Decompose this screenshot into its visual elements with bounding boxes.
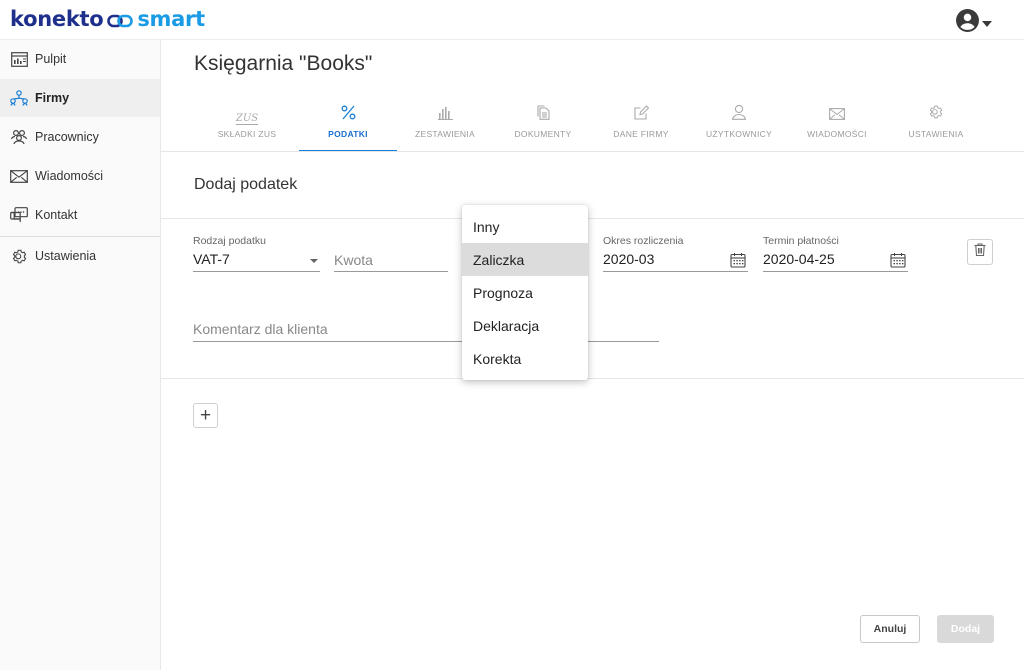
calendar-icon[interactable] bbox=[730, 252, 746, 273]
tab-zestawienia[interactable]: ZESTAWIENIA bbox=[396, 95, 494, 152]
section-title: Dodaj podatek bbox=[194, 176, 298, 193]
sidebar-item-label: Pracownicy bbox=[35, 130, 99, 144]
caret-down-icon bbox=[310, 259, 318, 263]
tab-skladki-zus[interactable]: ZUS SKŁADKI ZUS bbox=[198, 95, 296, 152]
companies-icon bbox=[10, 89, 28, 107]
tab-label: DANE FIRMY bbox=[613, 129, 669, 139]
tab-dane-firmy[interactable]: DANE FIRMY bbox=[592, 95, 690, 152]
bar-chart-icon bbox=[437, 106, 453, 125]
sidebar-item-label: Wiadomości bbox=[35, 169, 104, 183]
tab-label: SKŁADKI ZUS bbox=[217, 129, 277, 139]
plus-icon: + bbox=[199, 405, 212, 426]
due-date-label: Termin płatności bbox=[763, 235, 839, 247]
dropdown-option-prognoza[interactable]: Prognoza bbox=[462, 276, 588, 309]
sidebar-item-kontakt[interactable]: Kontakt bbox=[0, 196, 160, 234]
tab-label: USTAWIENIA bbox=[908, 129, 964, 139]
dropdown-option-korekta[interactable]: Korekta bbox=[462, 342, 588, 375]
edit-icon bbox=[633, 105, 649, 125]
trash-icon bbox=[974, 243, 986, 261]
sidebar-item-pracownicy[interactable]: Pracownicy bbox=[0, 118, 160, 156]
logo-smart: smart bbox=[137, 7, 205, 31]
tab-label: DOKUMENTY bbox=[514, 129, 572, 139]
link-icon bbox=[107, 9, 134, 33]
sidebar-item-label: Ustawienia bbox=[35, 249, 97, 263]
logo[interactable]: konekto smart bbox=[10, 7, 205, 33]
sidebar-item-label: Kontakt bbox=[35, 208, 78, 222]
tab-uzytkownicy[interactable]: UŻYTKOWNICY bbox=[690, 95, 788, 152]
period-field[interactable]: Okres rozliczenia 2020-03 bbox=[603, 235, 748, 273]
sidebar-item-firmy[interactable]: Firmy bbox=[0, 79, 160, 117]
tax-type-dropdown: Inny Zaliczka Prognoza Deklaracja Korekt… bbox=[462, 205, 588, 380]
page-title: Księgarnia "Books" bbox=[194, 52, 373, 75]
section-divider bbox=[161, 378, 1024, 379]
contact-icon bbox=[10, 206, 28, 224]
period-value: 2020-03 bbox=[603, 251, 655, 267]
dashboard-icon bbox=[10, 50, 28, 68]
zus-icon: ZUS bbox=[235, 113, 259, 125]
submit-button[interactable]: Dodaj bbox=[937, 615, 994, 643]
tab-ustawienia[interactable]: USTAWIENIA bbox=[887, 95, 985, 152]
tab-label: ZESTAWIENIA bbox=[415, 129, 475, 139]
sidebar-item-label: Firmy bbox=[35, 91, 70, 105]
user-icon bbox=[731, 104, 747, 125]
employees-icon bbox=[10, 128, 28, 146]
comment-input[interactable]: Komentarz dla klienta bbox=[193, 305, 659, 343]
envelope-icon bbox=[829, 107, 845, 125]
sidebar-item-ustawienia[interactable]: Ustawienia bbox=[0, 237, 160, 275]
tab-label: WIADOMOŚCI bbox=[807, 129, 867, 139]
sidebar-item-wiadomosci[interactable]: Wiadomości bbox=[0, 157, 160, 195]
period-label: Okres rozliczenia bbox=[603, 235, 684, 247]
sidebar-item-label: Pulpit bbox=[35, 52, 67, 66]
amount-placeholder: Kwota bbox=[334, 252, 373, 268]
documents-icon bbox=[536, 105, 550, 125]
due-date-field[interactable]: Termin płatności 2020-04-25 bbox=[763, 235, 908, 273]
gear-icon bbox=[928, 104, 944, 125]
tab-wiadomosci[interactable]: WIADOMOŚCI bbox=[788, 95, 886, 152]
calendar-icon[interactable] bbox=[890, 252, 906, 273]
amount-input[interactable]: Kwota bbox=[334, 235, 448, 273]
section-divider bbox=[161, 218, 1024, 219]
sidebar: Pulpit Firmy Pracownicy Wiadomości Konta… bbox=[0, 40, 161, 670]
caret-down-icon bbox=[982, 14, 992, 32]
sidebar-item-pulpit[interactable]: Pulpit bbox=[0, 40, 160, 78]
dropdown-option-zaliczka[interactable]: Zaliczka bbox=[462, 243, 588, 276]
logo-brand: konekto bbox=[10, 7, 104, 31]
tab-dokumenty[interactable]: DOKUMENTY bbox=[494, 95, 592, 152]
top-bar: konekto smart bbox=[0, 0, 1024, 40]
delete-row-button[interactable] bbox=[967, 239, 993, 265]
percent-icon bbox=[341, 105, 356, 125]
tab-podatki[interactable]: PODATKI bbox=[299, 95, 397, 152]
add-row-button[interactable]: + bbox=[193, 403, 218, 428]
dropdown-option-inny[interactable]: Inny bbox=[462, 210, 588, 243]
tax-type-select[interactable]: Rodzaj podatku VAT-7 bbox=[193, 235, 320, 273]
tax-type-label: Rodzaj podatku bbox=[193, 235, 266, 247]
envelope-icon bbox=[10, 167, 28, 185]
user-menu[interactable] bbox=[955, 8, 992, 38]
comment-placeholder: Komentarz dla klienta bbox=[193, 321, 328, 337]
due-date-value: 2020-04-25 bbox=[763, 251, 835, 267]
tab-label: UŻYTKOWNICY bbox=[705, 129, 773, 139]
dropdown-option-deklaracja[interactable]: Deklaracja bbox=[462, 309, 588, 342]
account-circle-icon bbox=[955, 8, 980, 38]
gear-icon bbox=[10, 247, 28, 265]
cancel-button[interactable]: Anuluj bbox=[860, 615, 920, 643]
tabs-divider bbox=[161, 151, 1024, 152]
tab-label: PODATKI bbox=[328, 129, 368, 139]
tax-type-value: VAT-7 bbox=[193, 251, 230, 267]
